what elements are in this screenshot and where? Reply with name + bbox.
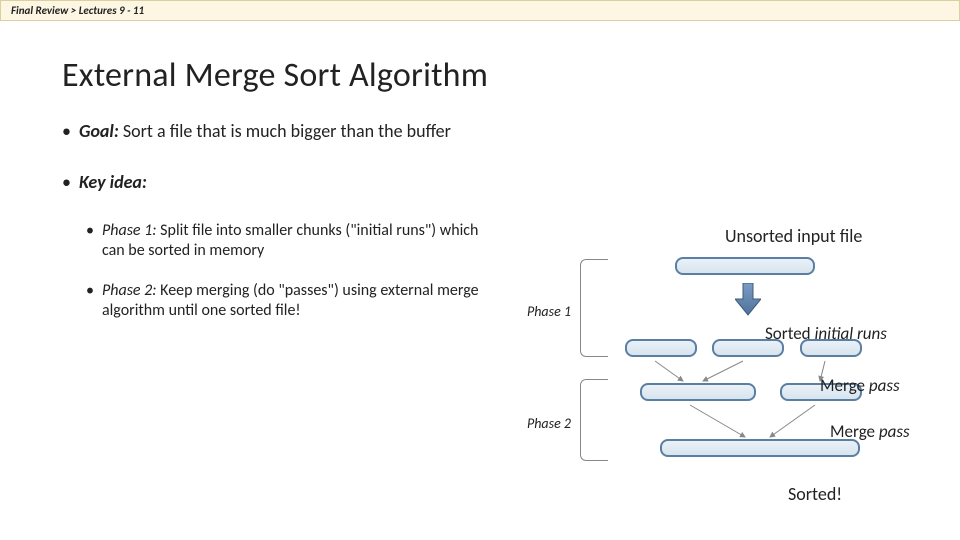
bullet-dot: •: [86, 281, 94, 321]
slide-title: External Merge Sort Algorithm: [62, 55, 960, 96]
bullet-dot: •: [86, 221, 94, 261]
phase2-label: Phase 2:: [102, 281, 157, 300]
file-box-input: [675, 257, 815, 275]
label-sorted: Sorted!: [788, 483, 842, 505]
phase2-text: Keep merging (do "passes") using externa…: [102, 281, 479, 320]
file-box-merge-1: [640, 383, 756, 401]
bullet-dot: •: [62, 171, 71, 194]
arrow-down-icon: [735, 283, 761, 317]
label-sorted-runs: Sorted initial runs: [765, 323, 887, 344]
sub-bullet-phase2: • Phase 2: Keep merging (do "passes") us…: [86, 281, 492, 321]
label-unsorted: Unsorted input file: [725, 225, 862, 247]
goal-label: Goal:: [79, 120, 119, 142]
bracket-phase1: [580, 259, 608, 357]
bullet-dot: •: [62, 120, 71, 143]
keyidea-label: Key idea:: [79, 171, 147, 193]
diagram-phase1-label: Phase 1: [527, 303, 571, 320]
sub-bullet-phase1: • Phase 1: Split file into smaller chunk…: [86, 221, 492, 261]
bracket-phase2: [580, 379, 608, 461]
sub-bullets: • Phase 1: Split file into smaller chunk…: [86, 221, 492, 321]
phase1-label: Phase 1:: [102, 221, 157, 240]
slide-content: • Goal: Sort a file that is much bigger …: [62, 120, 492, 321]
file-box-run-1: [625, 339, 697, 357]
phase1-text: Split file into smaller chunks ("initial…: [102, 221, 478, 260]
label-merge-pass-1: Merge pass: [820, 375, 900, 396]
goal-text: Sort a file that is much bigger than the…: [119, 120, 451, 142]
bullet-keyidea: • Key idea:: [62, 171, 492, 194]
bullet-goal: • Goal: Sort a file that is much bigger …: [62, 120, 492, 143]
diagram: Unsorted input file Phase 1 Sorted initi…: [520, 225, 940, 515]
diagram-phase2-label: Phase 2: [527, 415, 571, 432]
label-merge-pass-2: Merge pass: [830, 421, 910, 442]
breadcrumb: Final Review > Lectures 9 - 11: [0, 0, 960, 21]
